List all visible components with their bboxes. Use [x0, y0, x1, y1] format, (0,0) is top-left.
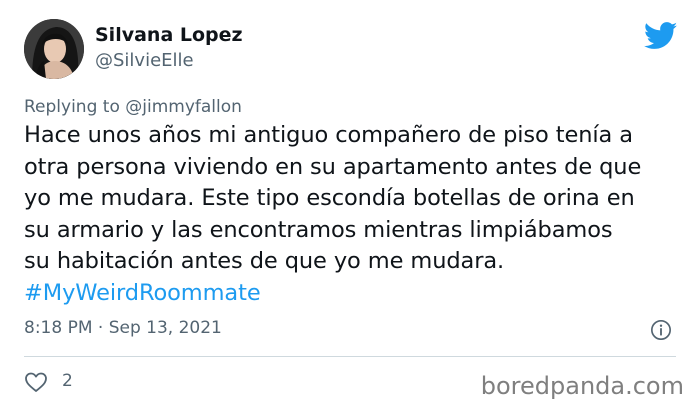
tweet-line: otra persona viviendo en su apartamento …: [24, 153, 642, 180]
reply-mention-link[interactable]: @jimmyfallon: [125, 97, 242, 117]
avatar[interactable]: [24, 19, 84, 79]
watermark: boredpanda.com: [480, 372, 684, 400]
twitter-bird-icon: [644, 22, 678, 49]
heart-icon[interactable]: [24, 371, 48, 393]
tweet-text: Hace unos años mi antiguo compañero de p…: [24, 120, 684, 309]
tweet-line: su habitación antes de que yo me mudara.: [24, 248, 505, 274]
author-handle[interactable]: @SilvieElle: [95, 50, 194, 71]
divider: [24, 356, 676, 357]
author-name[interactable]: Silvana Lopez: [95, 24, 243, 46]
tweet-line: su armario y las encontramos mientras li…: [24, 216, 613, 243]
replying-prefix: Replying to: [24, 97, 120, 117]
hashtag-link[interactable]: #MyWeirdRoommate: [24, 278, 684, 310]
replying-to: Replying to @jimmyfallon: [24, 97, 242, 117]
info-icon[interactable]: [650, 319, 672, 341]
tweet-line: yo me mudara. Este tipo escondía botella…: [24, 185, 635, 211]
like-count: 2: [62, 371, 73, 391]
tweet-timestamp[interactable]: 8:18 PM · Sep 13, 2021: [24, 318, 222, 338]
tweet-line: Hace unos años mi antiguo compañero de p…: [24, 122, 633, 148]
